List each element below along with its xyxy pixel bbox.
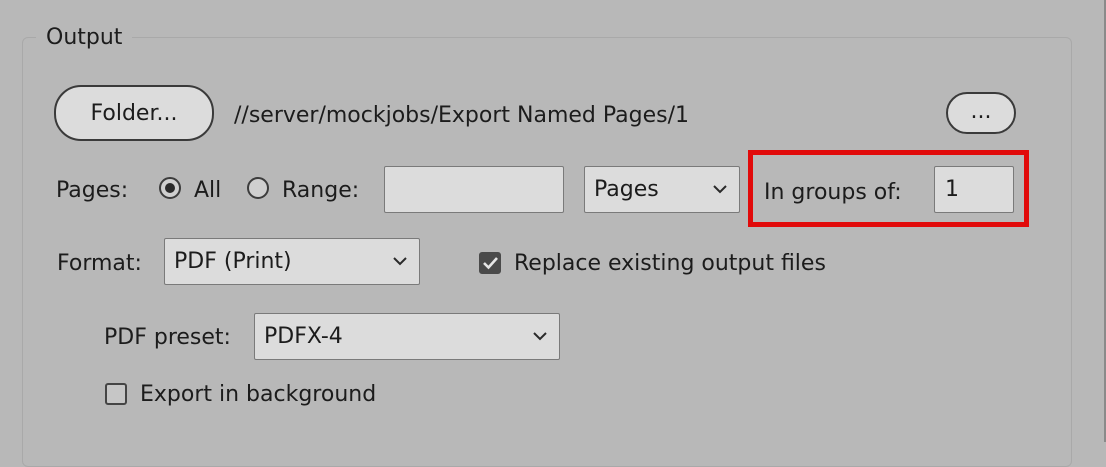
pdf-preset-select[interactable]: PDFX-4 xyxy=(254,313,560,360)
browse-button[interactable]: ... xyxy=(946,92,1016,134)
folder-button[interactable]: Folder... xyxy=(54,85,214,141)
format-label: Format: xyxy=(57,251,142,276)
pages-all-label[interactable]: All xyxy=(194,177,221,205)
format-select[interactable]: PDF (Print) xyxy=(164,238,420,285)
pdf-preset-label: PDF preset: xyxy=(104,325,231,350)
chevron-down-icon xyxy=(533,331,547,340)
chevron-down-icon xyxy=(393,256,407,265)
range-input[interactable] xyxy=(384,166,564,213)
output-group-title: Output xyxy=(36,24,133,52)
chevron-down-icon xyxy=(713,184,727,193)
pages-unit-value: Pages xyxy=(594,177,659,202)
format-value: PDF (Print) xyxy=(174,249,292,274)
groups-input[interactable]: 1 xyxy=(934,166,1014,213)
groups-label: In groups of: xyxy=(764,180,902,205)
export-background-label[interactable]: Export in background xyxy=(140,381,376,409)
output-path: //server/mockjobs/Export Named Pages/1 xyxy=(234,103,690,128)
pages-range-label[interactable]: Range: xyxy=(282,177,359,205)
pages-range-radio[interactable] xyxy=(247,177,269,199)
pages-unit-select[interactable]: Pages xyxy=(584,166,740,213)
replace-existing-checkbox[interactable] xyxy=(479,252,501,274)
checkmark-icon xyxy=(483,257,498,270)
pages-label: Pages: xyxy=(56,178,129,203)
export-background-checkbox[interactable] xyxy=(105,383,127,405)
pdf-preset-value: PDFX-4 xyxy=(264,324,343,349)
pages-all-radio[interactable] xyxy=(159,177,181,199)
replace-existing-label[interactable]: Replace existing output files xyxy=(514,250,826,278)
